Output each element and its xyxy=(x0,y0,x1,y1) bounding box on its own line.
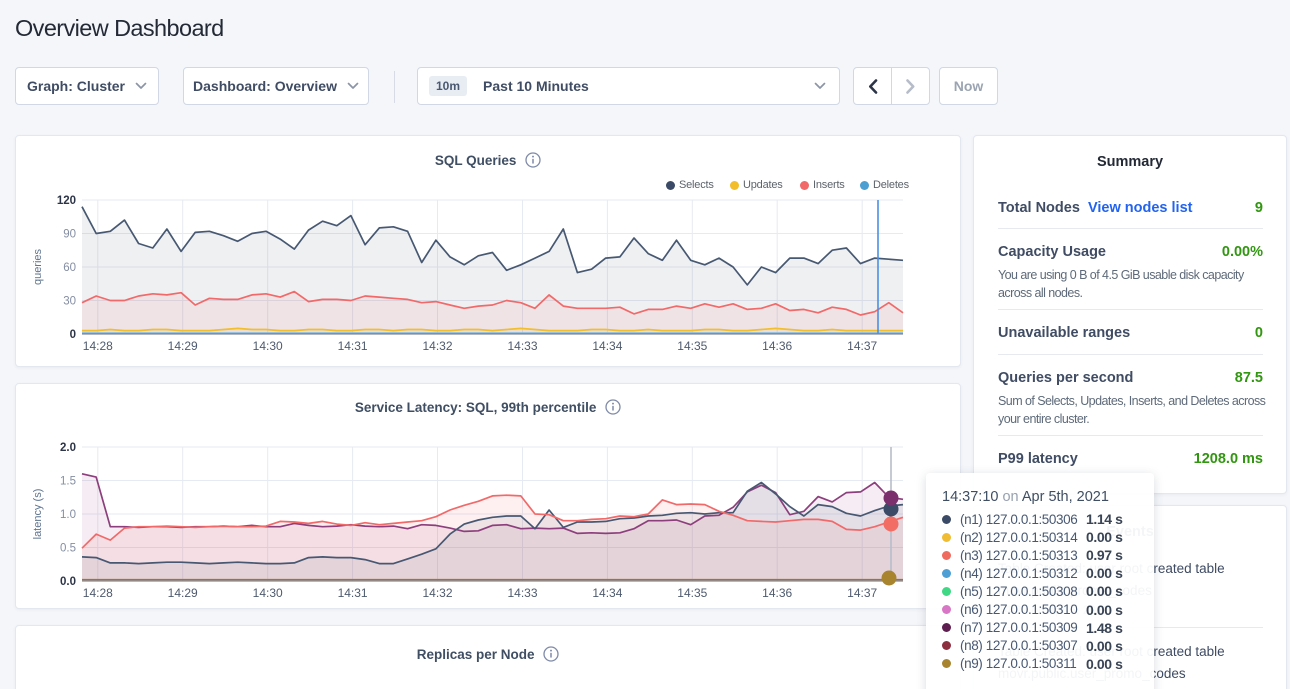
svg-text:1.0: 1.0 xyxy=(60,509,76,521)
svg-text:90: 90 xyxy=(63,229,76,241)
svg-text:14:32: 14:32 xyxy=(422,339,452,353)
svg-text:queries: queries xyxy=(32,248,44,285)
svg-text:14:31: 14:31 xyxy=(338,339,368,353)
svg-text:60: 60 xyxy=(63,262,76,274)
svg-text:14:35: 14:35 xyxy=(677,339,707,353)
svg-text:14:33: 14:33 xyxy=(507,586,537,600)
svg-text:14:31: 14:31 xyxy=(338,586,368,600)
svg-text:latency (s): latency (s) xyxy=(32,489,44,540)
svg-text:1.5: 1.5 xyxy=(60,476,76,488)
svg-text:0: 0 xyxy=(70,329,76,341)
svg-text:14:37: 14:37 xyxy=(847,586,877,600)
svg-text:14:28: 14:28 xyxy=(83,586,113,600)
svg-text:14:37: 14:37 xyxy=(847,339,877,353)
svg-text:0.0: 0.0 xyxy=(60,576,76,588)
svg-text:14:36: 14:36 xyxy=(762,586,792,600)
svg-text:120: 120 xyxy=(57,195,76,207)
svg-text:14:29: 14:29 xyxy=(168,586,198,600)
svg-text:14:28: 14:28 xyxy=(83,339,113,353)
svg-text:14:29: 14:29 xyxy=(168,339,198,353)
svg-text:14:36: 14:36 xyxy=(762,339,792,353)
svg-text:14:34: 14:34 xyxy=(592,586,622,600)
svg-text:14:30: 14:30 xyxy=(253,339,283,353)
svg-text:14:34: 14:34 xyxy=(592,339,622,353)
svg-text:14:30: 14:30 xyxy=(253,586,283,600)
svg-text:14:32: 14:32 xyxy=(422,586,452,600)
svg-text:14:33: 14:33 xyxy=(507,339,537,353)
svg-text:30: 30 xyxy=(63,296,76,308)
svg-text:14:35: 14:35 xyxy=(677,586,707,600)
svg-text:0.5: 0.5 xyxy=(60,543,76,555)
svg-text:2.0: 2.0 xyxy=(60,442,76,454)
